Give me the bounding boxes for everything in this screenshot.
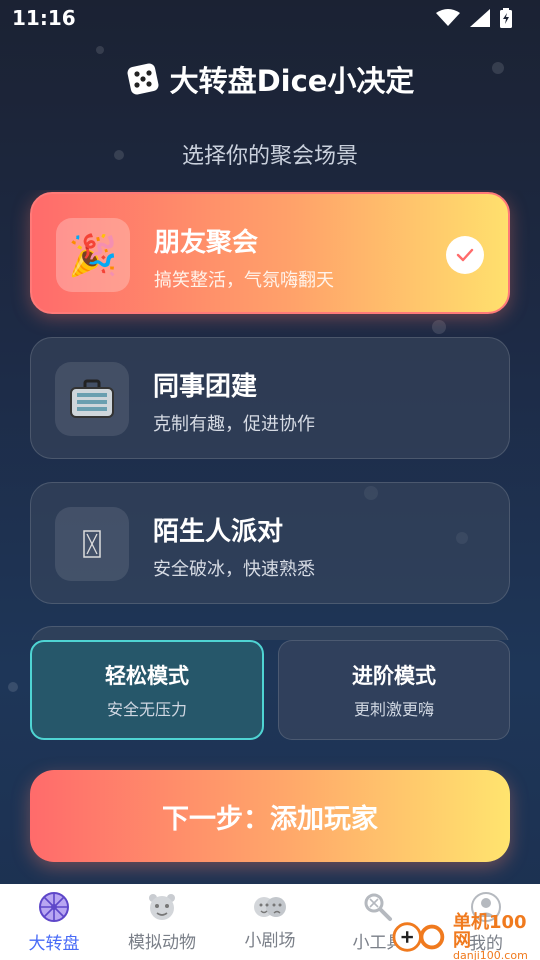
mode-easy-button[interactable]: 轻松模式 安全无压力 [30, 640, 264, 740]
wheel-icon [39, 891, 69, 922]
briefcase-icon [55, 362, 129, 436]
scene-title: 陌生人派对 [153, 517, 284, 547]
scene-card-friends[interactable]: 🎉 朋友聚会 搞笑整活，气氛嗨翻天 [30, 192, 510, 314]
app-title: 大转盘Dice小决定 [169, 64, 415, 98]
scene-desc: 搞笑整活，气氛嗨翻天 [154, 270, 334, 291]
animal-face-icon [149, 893, 175, 920]
tab-label: 大转盘 [28, 933, 80, 954]
mode-title: 轻松模式 [105, 664, 189, 688]
scene-card-partial[interactable] [30, 626, 510, 640]
watermark-logo-icon [392, 922, 445, 952]
status-bar: 11:16 [0, 0, 540, 36]
decor-dot [96, 46, 104, 54]
signal-icon [470, 9, 490, 27]
tab-label: 小剧场 [244, 930, 296, 951]
scene-title: 同事团建 [153, 372, 258, 402]
scene-card-colleagues[interactable]: 同事团建 克制有趣，促进协作 [30, 337, 510, 459]
next-step-button[interactable]: 下一步：添加玩家 [30, 770, 510, 862]
app-header: 大转盘Dice小决定 [0, 58, 540, 100]
mode-selector: 轻松模式 安全无压力 进阶模式 更刺激更嗨 [30, 640, 510, 740]
scene-title: 朋友聚会 [154, 228, 259, 258]
scene-desc: 克制有趣，促进协作 [153, 414, 315, 435]
status-time: 11:16 [12, 6, 76, 30]
tools-icon [364, 893, 392, 921]
watermark: 单机100网 danji100.com [392, 911, 540, 960]
mode-advanced-button[interactable]: 进阶模式 更刺激更嗨 [278, 640, 510, 740]
page-subtitle: 选择你的聚会场景 [181, 144, 358, 169]
dice-icon [127, 63, 159, 95]
battery-icon [500, 8, 512, 28]
scene-desc: 安全破冰，快速熟悉 [153, 559, 315, 580]
tab-theater[interactable]: 小剧场 [216, 894, 324, 951]
party-popper-icon: 🎉 [56, 218, 130, 292]
hourglass-icon [55, 507, 129, 581]
tab-animals[interactable]: 模拟动物 [108, 892, 216, 953]
watermark-url: danji100.com [453, 948, 528, 960]
scene-list[interactable]: 🎉 朋友聚会 搞笑整活，气氛嗨翻天 同事团建 克制有趣，促进协作 陌生人派对 安… [0, 190, 540, 640]
wifi-icon [436, 9, 460, 26]
watermark-text: 单机100网 [453, 911, 527, 951]
theater-masks-icon [254, 896, 286, 917]
tab-label: 模拟动物 [128, 932, 196, 953]
selected-check-icon [446, 236, 484, 274]
scene-card-strangers[interactable]: 陌生人派对 安全破冰，快速熟悉 [30, 482, 510, 604]
tab-wheel[interactable]: 大转盘 [0, 891, 108, 954]
mode-title: 进阶模式 [352, 664, 436, 688]
mode-desc: 安全无压力 [106, 700, 187, 719]
mode-desc: 更刺激更嗨 [353, 700, 434, 719]
decor-dot [8, 682, 18, 692]
